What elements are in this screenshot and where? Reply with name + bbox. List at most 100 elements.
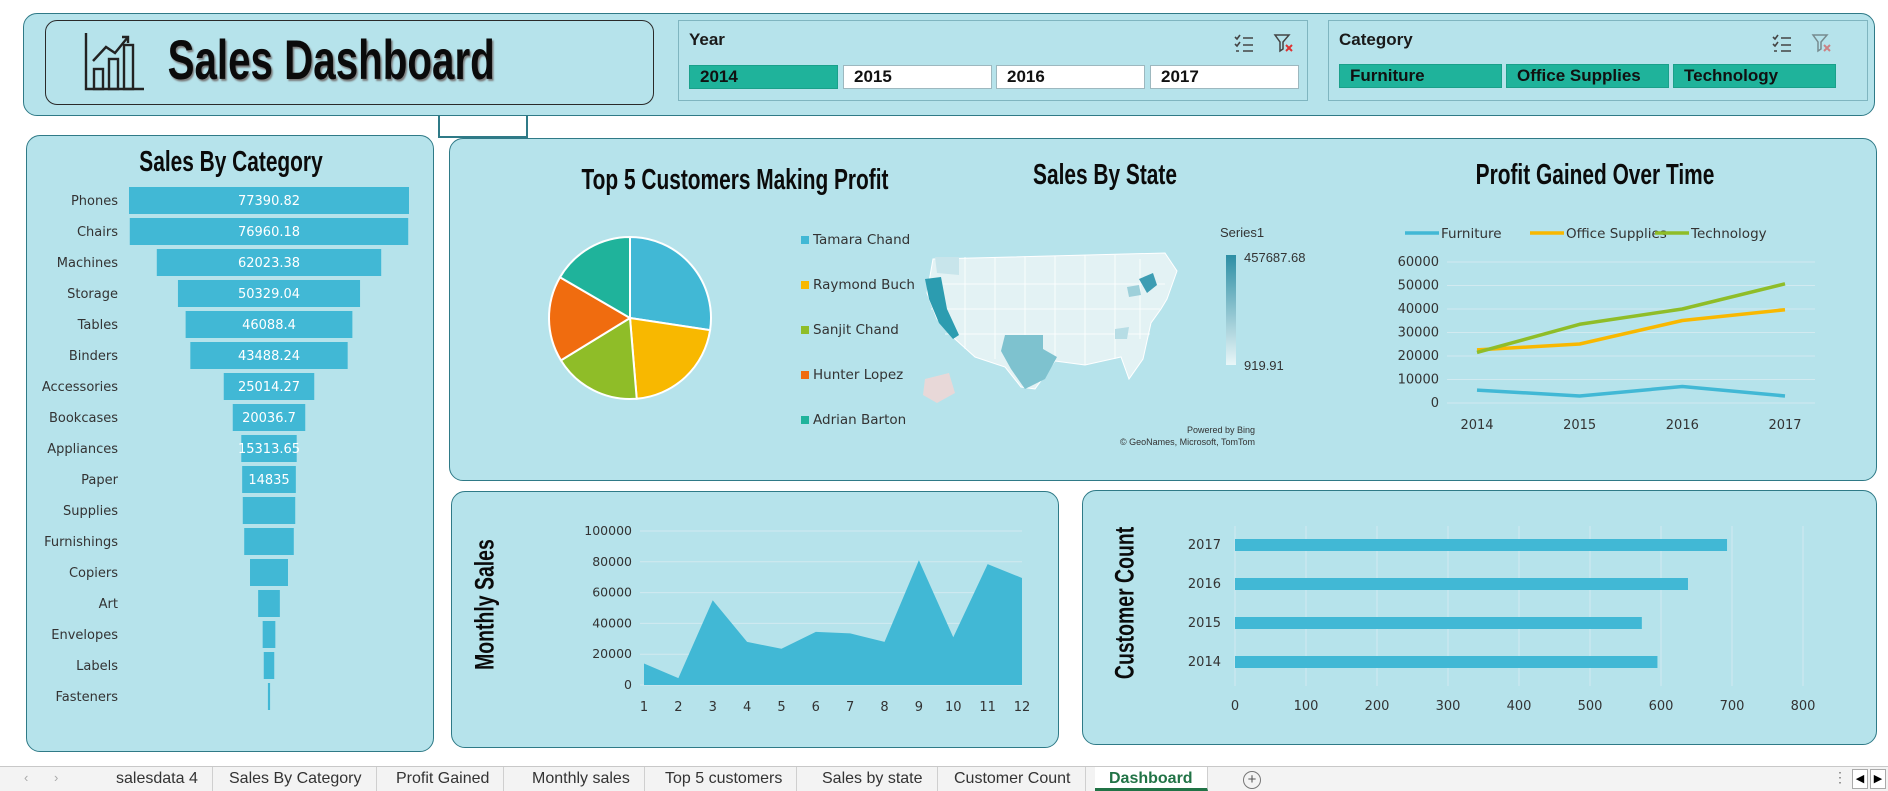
monthly-sales-panel: Monthly Sales 0 20000 40000 60000 80000 10000…	[451, 491, 1059, 748]
clear-filter-icon[interactable]	[1273, 33, 1295, 53]
funnel-bar-fasteners	[267, 683, 271, 710]
funnel-category-label: Furnishings	[44, 535, 118, 550]
hbar-category-label: 2016	[1188, 577, 1221, 592]
funnel-value-label: 14835	[248, 473, 289, 488]
hbar-x-tick: 800	[1791, 699, 1816, 714]
area-x-tick: 1	[640, 700, 648, 715]
scroll-right-icon[interactable]: ›	[54, 770, 58, 785]
category-furniture-button[interactable]: Furniture	[1339, 64, 1502, 88]
area-x-tick: 11	[979, 700, 996, 715]
pie-legend-label: Tamara Chand	[812, 232, 910, 248]
sheet-tab-monthly-sales[interactable]: Monthly sales	[518, 767, 645, 791]
funnel-category-label: Paper	[81, 473, 118, 488]
sheet-tab-sales-by-state[interactable]: Sales by state	[808, 767, 938, 791]
multi-select-icon[interactable]	[1771, 33, 1793, 53]
hbar-x-tick: 0	[1231, 699, 1239, 714]
line-series-furniture	[1476, 384, 1786, 398]
bar-chart-icon	[82, 31, 146, 93]
funnel-category-label: Supplies	[63, 504, 118, 519]
category-slicer-title: Category	[1339, 30, 1413, 49]
funnel-value-label: 76960.18	[238, 225, 300, 240]
area-x-tick: 6	[812, 700, 820, 715]
hbar-bar-2015	[1235, 617, 1642, 629]
map-legend-max: 457687.68	[1244, 250, 1306, 265]
connector-lines	[438, 116, 528, 138]
funnel-category-label: Bookcases	[49, 411, 118, 426]
scroll-prev-button[interactable]: ◀	[1852, 769, 1868, 789]
multi-select-icon[interactable]	[1233, 33, 1255, 53]
line-legend-label: Furniture	[1441, 226, 1502, 242]
funnel-value-label: 77390.82	[238, 194, 300, 209]
monthly-sales-area-chart: 0200004000060000800001000001 2 3 4 5 6 7 8 9 10 11…	[584, 523, 1031, 715]
area-x-tick: 4	[743, 700, 751, 715]
funnel-category-label: Chairs	[77, 225, 118, 240]
category-technology-button[interactable]: Technology	[1673, 64, 1836, 88]
line-series-technology	[1476, 282, 1786, 355]
area-x-tick: 7	[846, 700, 854, 715]
funnel-category-label: Fasteners	[56, 690, 119, 705]
year-2017-button[interactable]: 2017	[1150, 65, 1299, 89]
category-slicer: Category Furniture Office Supplies Techn…	[1328, 20, 1868, 101]
year-2015-button[interactable]: 2015	[843, 65, 992, 89]
line-y-tick: 30000	[1398, 326, 1439, 341]
line-y-tick: 60000	[1398, 255, 1439, 270]
area-y-tick: 40000	[592, 615, 632, 630]
sheet-tab-customer-count[interactable]: Customer Count	[940, 767, 1086, 791]
clear-filter-icon[interactable]	[1811, 33, 1833, 53]
sheet-tab-bar: ‹ › salesdata 4 Sales By Category Profit G…	[0, 766, 1888, 791]
funnel-category-label: Appliances	[47, 442, 118, 457]
year-slicer: Year 2014 2015 2016 2017	[678, 20, 1308, 101]
pie-legend-swatch	[801, 416, 809, 424]
sheet-tab-dashboard[interactable]: Dashboard	[1095, 767, 1208, 791]
hbar-category-label: 2015	[1188, 616, 1221, 631]
funnel-bar-art	[258, 590, 280, 617]
area-x-tick: 10	[945, 700, 962, 715]
sheet-tab-top-5-customers[interactable]: Top 5 customers	[651, 767, 798, 791]
area-x-tick: 12	[1014, 700, 1031, 715]
area-x-tick: 9	[915, 700, 923, 715]
line-y-tick: 40000	[1398, 302, 1439, 317]
funnel-bar-copiers	[250, 559, 288, 586]
sheet-tab-profit-gained[interactable]: Profit Gained	[382, 767, 505, 791]
hbar-x-tick: 300	[1436, 699, 1461, 714]
line-x-tick: 2015	[1563, 418, 1596, 433]
hbar-category-label: 2014	[1188, 655, 1221, 670]
pie-slice-raymond-buch	[628, 316, 712, 400]
funnel-category-label: Accessories	[42, 380, 118, 395]
category-office-supplies-button[interactable]: Office Supplies	[1506, 64, 1669, 88]
sheet-tab-sales-by-category[interactable]: Sales By Category	[215, 767, 377, 791]
year-2016-button[interactable]: 2016	[996, 65, 1145, 89]
area-y-tick: 80000	[592, 554, 632, 569]
add-sheet-icon[interactable]: +	[1243, 771, 1261, 789]
sales-by-category-panel: Sales By Category Phones 77390.82 Chairs 76…	[26, 135, 434, 752]
funnel-value-label: 15313.65	[238, 442, 300, 457]
hbar-x-tick: 500	[1578, 699, 1603, 714]
scroll-next-button[interactable]: ▶	[1870, 769, 1886, 789]
line-x-tick: 2016	[1666, 418, 1699, 433]
us-map	[915, 239, 1185, 429]
hbar-bar-2014	[1235, 656, 1658, 668]
line-x-tick: 2014	[1460, 418, 1493, 433]
year-2014-button[interactable]: 2014	[689, 65, 838, 89]
hbar-bar-2017	[1235, 539, 1728, 551]
hbar-x-tick: 700	[1720, 699, 1745, 714]
funnel-value-label: 50329.04	[238, 287, 300, 302]
year-slicer-title: Year	[689, 30, 725, 49]
hbar-x-tick: 400	[1507, 699, 1532, 714]
customer-count-axis-title: Customer Count	[1109, 526, 1140, 680]
more-options-icon[interactable]: ⋮	[1833, 769, 1847, 786]
scroll-left-icon[interactable]: ‹	[24, 770, 28, 785]
sheet-tab-salesdata-4[interactable]: salesdata 4	[102, 767, 213, 791]
hbar-x-tick: 100	[1294, 699, 1319, 714]
customer-count-panel: Customer Count 0 100 200 300 400 500 600 700 800…	[1082, 490, 1877, 745]
monthly-sales-area	[644, 560, 1022, 685]
top-charts-panel: Top 5 Customers Making Profit Tamara Cha…	[449, 138, 1877, 481]
funnel-value-label: 43488.24	[238, 349, 300, 364]
area-y-tick: 20000	[592, 646, 632, 661]
funnel-value-label: 20036.7	[242, 411, 296, 426]
line-y-tick: 20000	[1398, 349, 1439, 364]
pie-legend-label: Adrian Barton	[813, 412, 906, 428]
area-x-tick: 3	[709, 700, 717, 715]
funnel-category-label: Labels	[76, 659, 118, 674]
line-y-tick: 10000	[1398, 373, 1439, 388]
